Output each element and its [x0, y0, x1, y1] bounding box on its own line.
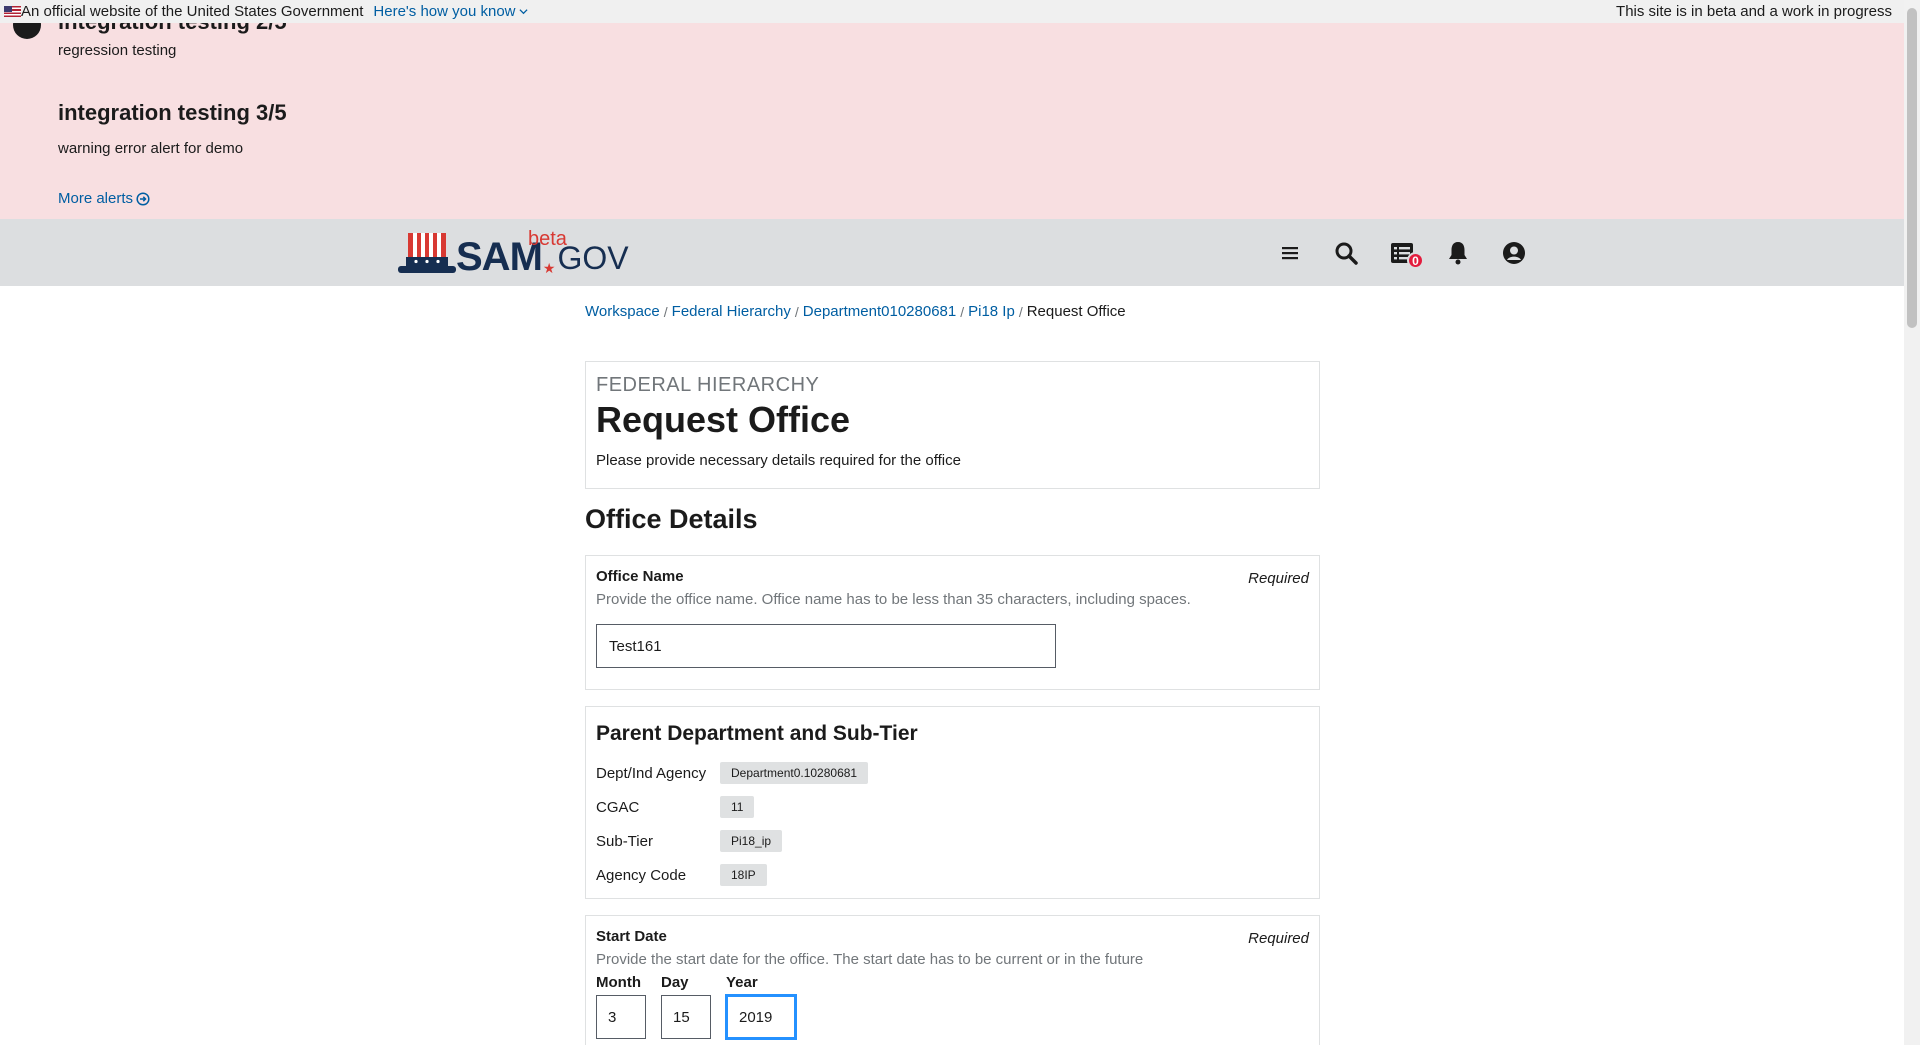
- logo-beta-text: beta: [528, 228, 567, 250]
- parent-department-title: Parent Department and Sub-Tier: [596, 722, 918, 745]
- breadcrumb-current: Request Office: [1026, 303, 1126, 320]
- breadcrumb-workspace[interactable]: Workspace: [585, 303, 660, 320]
- cgac-value: 11: [720, 796, 755, 818]
- sub-tier-label: Sub-Tier: [596, 832, 653, 850]
- sam-gov-logo[interactable]: SAM ★ GOV beta: [398, 228, 629, 277]
- menu-button[interactable]: [1262, 238, 1318, 268]
- logo-gov-text: GOV: [557, 240, 629, 276]
- arrow-circle-right-icon: [136, 191, 150, 206]
- required-indicator: Required: [1248, 930, 1309, 947]
- start-date-card: Start Date Required Provide the start da…: [585, 915, 1320, 1045]
- header-nav: 0: [1262, 238, 1542, 269]
- breadcrumb-separator: /: [960, 303, 965, 320]
- account-button[interactable]: [1486, 238, 1542, 268]
- site-header: SAM ★ GOV beta 0: [0, 219, 1904, 286]
- page-header-card: FEDERAL HIERARCHY Request Office Please …: [585, 361, 1320, 489]
- search-icon: [1335, 242, 1358, 265]
- alert-text: warning error alert for demo: [58, 140, 244, 157]
- month-input[interactable]: [596, 995, 646, 1039]
- info-row: Dept/Ind Agency Department0.10280681: [596, 756, 1309, 790]
- day-input[interactable]: [661, 995, 711, 1039]
- breadcrumb-separator: /: [663, 303, 668, 320]
- year-input[interactable]: [725, 994, 797, 1040]
- message-count-badge: 0: [1407, 252, 1424, 269]
- office-name-label: Office Name: [596, 568, 684, 585]
- menu-icon: [1282, 247, 1298, 260]
- start-date-label: Start Date: [596, 928, 667, 945]
- cgac-label: CGAC: [596, 798, 640, 816]
- page-title: Request Office: [596, 399, 851, 440]
- search-button[interactable]: [1318, 238, 1374, 268]
- start-date-hint: Provide the start date for the office. T…: [596, 951, 1144, 968]
- more-alerts-label: More alerts: [58, 190, 134, 207]
- info-row: Agency Code 18IP: [596, 858, 1309, 892]
- breadcrumb-separator: /: [794, 303, 799, 320]
- scrollbar-thumb[interactable]: [1907, 8, 1917, 328]
- parent-department-card: Parent Department and Sub-Tier Dept/Ind …: [585, 706, 1320, 899]
- bell-icon: [1449, 242, 1467, 265]
- office-name-input[interactable]: [596, 624, 1056, 668]
- alerts-region: integration testing 2/5 regression testi…: [0, 23, 1904, 219]
- breadcrumb-separator: /: [1018, 303, 1023, 320]
- office-name-card: Office Name Required Provide the office …: [585, 555, 1320, 690]
- page-subtitle: Please provide necessary details require…: [596, 452, 961, 469]
- month-label: Month: [596, 974, 641, 991]
- breadcrumb-federal-hierarchy[interactable]: Federal Hierarchy: [672, 303, 791, 320]
- chevron-down-icon: [518, 9, 528, 15]
- beta-notice: This site is in beta and a work in progr…: [1616, 3, 1892, 20]
- agency-code-label: Agency Code: [596, 866, 687, 884]
- page-eyebrow: FEDERAL HIERARCHY: [596, 374, 820, 396]
- sub-tier-value: Pi18_ip: [720, 830, 783, 852]
- how-you-know-label: Here's how you know: [373, 3, 516, 20]
- how-you-know-link[interactable]: Here's how you know: [373, 3, 528, 20]
- account-icon: [1503, 242, 1525, 264]
- official-site-text: An official website of the United States…: [21, 3, 364, 20]
- dept-agency-value: Department0.10280681: [720, 762, 869, 784]
- info-row: CGAC 11: [596, 790, 1309, 824]
- info-row: Sub-Tier Pi18_ip: [596, 824, 1309, 858]
- dept-agency-label: Dept/Ind Agency: [596, 764, 707, 782]
- date-inputs: Month Day Year: [596, 974, 1309, 1040]
- alert-title: integration testing 2/5: [58, 23, 287, 35]
- notifications-button[interactable]: [1430, 238, 1486, 268]
- messages-button[interactable]: 0: [1374, 238, 1430, 269]
- gov-banner: An official website of the United States…: [0, 0, 1904, 23]
- breadcrumb: Workspace / Federal Hierarchy / Departme…: [585, 303, 1126, 320]
- office-name-hint: Provide the office name. Office name has…: [596, 591, 1191, 608]
- agency-code-value: 18IP: [720, 864, 767, 886]
- section-title: Office Details: [585, 504, 758, 534]
- year-label: Year: [726, 974, 758, 991]
- more-alerts-link[interactable]: More alerts: [58, 190, 150, 207]
- us-flag-icon: [4, 6, 21, 17]
- required-indicator: Required: [1248, 570, 1309, 587]
- alert-text: regression testing: [58, 42, 177, 59]
- page-scrollbar[interactable]: [1904, 0, 1920, 1045]
- star-icon: ★: [542, 260, 556, 276]
- day-label: Day: [661, 974, 689, 991]
- alert-title: integration testing 3/5: [58, 100, 287, 125]
- breadcrumb-sub-tier[interactable]: Pi18 Ip: [968, 303, 1015, 320]
- alert-icon: [13, 23, 41, 39]
- breadcrumb-department[interactable]: Department010280681: [803, 303, 956, 320]
- uncle-sam-hat-icon: [398, 233, 456, 273]
